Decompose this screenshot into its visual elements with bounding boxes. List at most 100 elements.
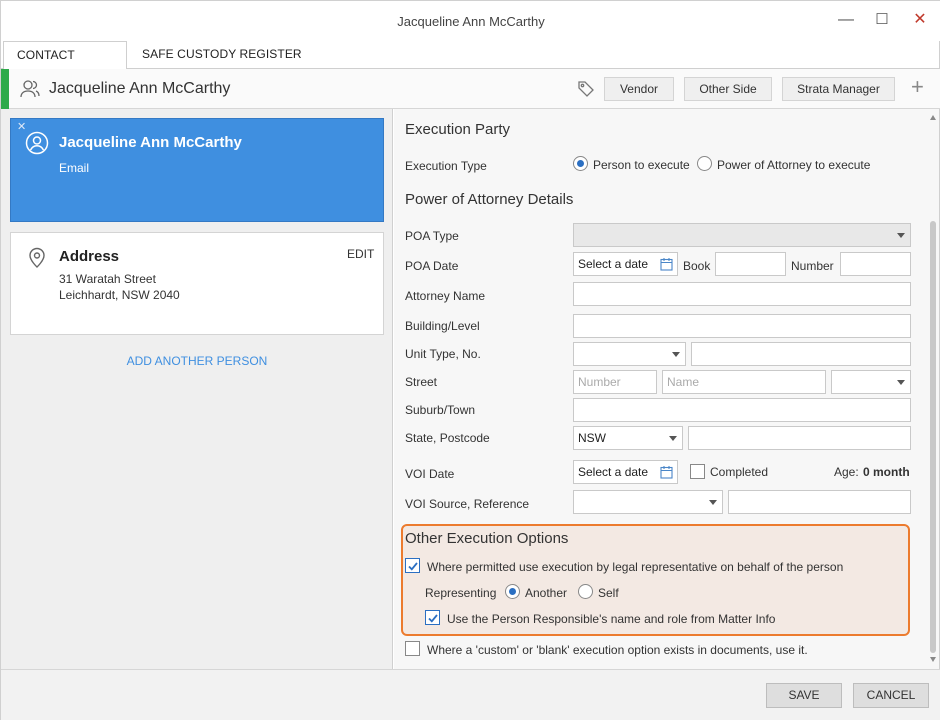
chevron-down-icon: [897, 380, 905, 385]
calendar-icon[interactable]: [660, 465, 673, 482]
form-scrollbar[interactable]: [927, 109, 939, 669]
number-label: Number: [791, 259, 834, 273]
chevron-down-icon: [669, 436, 677, 441]
representing-label: Representing: [425, 586, 497, 600]
tag-icon[interactable]: [577, 80, 595, 101]
tab-strip: CONTACT DETAILS SAFE CUSTODY REGISTER: [1, 41, 940, 88]
state-postcode-label: State, Postcode: [405, 431, 490, 445]
dialog-footer: SAVE CANCEL: [1, 669, 940, 720]
voi-reference-input[interactable]: [728, 490, 911, 514]
person-card-email: Email: [59, 161, 90, 175]
app-window: Jacqueline Ann McCarthy — ☐ ✕ CONTACT DE…: [0, 0, 940, 720]
persons-panel: ✕ Jacqueline Ann McCarthy Email Address …: [1, 109, 393, 669]
chevron-down-icon: [709, 500, 717, 505]
street-name-placeholder: Name: [667, 375, 700, 389]
execution-party-heading: Execution Party: [405, 121, 511, 138]
completed-label: Completed: [710, 465, 769, 479]
poa-details-heading: Power of Attorney Details: [405, 191, 574, 208]
title-bar: Jacqueline Ann McCarthy — ☐ ✕: [1, 1, 940, 41]
cancel-button[interactable]: CANCEL: [853, 683, 929, 708]
person-icon: [25, 131, 49, 158]
address-line-2: Leichhardt, NSW 2040: [59, 288, 180, 302]
custom-option-label: Where a 'custom' or 'blank' execution op…: [427, 643, 808, 657]
voi-date-placeholder: Select a date: [578, 465, 649, 479]
poa-date-placeholder: Select a date: [578, 257, 649, 271]
role-vendor-button[interactable]: Vendor: [604, 77, 674, 101]
book-input[interactable]: [715, 252, 786, 276]
voi-source-select[interactable]: [573, 490, 723, 514]
check-icon: [428, 614, 438, 623]
calendar-icon[interactable]: [660, 257, 673, 274]
scroll-down-icon[interactable]: [930, 657, 936, 662]
street-name-input[interactable]: Name: [662, 370, 826, 394]
person-card[interactable]: ✕ Jacqueline Ann McCarthy Email: [10, 118, 384, 222]
add-role-icon[interactable]: +: [911, 75, 924, 99]
completed-checkbox[interactable]: [690, 464, 705, 479]
state-value: NSW: [578, 431, 606, 445]
tab-safe-custody-register[interactable]: SAFE CUSTODY REGISTER: [129, 41, 315, 69]
contact-name: Jacqueline Ann McCarthy: [49, 80, 231, 97]
custom-option-checkbox[interactable]: [405, 641, 420, 656]
unit-type-label: Unit Type, No.: [405, 347, 481, 361]
other-execution-options-heading: Other Execution Options: [405, 530, 569, 547]
address-card-title: Address: [59, 248, 120, 265]
address-line-1: 31 Waratah Street: [59, 272, 156, 286]
person-card-name: Jacqueline Ann McCarthy: [59, 134, 242, 151]
location-pin-icon: [28, 247, 46, 272]
role-strata-manager-button[interactable]: Strata Manager: [782, 77, 895, 101]
representing-another-radio[interactable]: [505, 584, 520, 599]
street-label: Street: [405, 375, 438, 389]
age-label: Age:: [834, 465, 859, 479]
address-edit-link[interactable]: EDIT: [347, 247, 374, 261]
role-other-side-button[interactable]: Other Side: [684, 77, 772, 101]
add-another-person-link[interactable]: ADD ANOTHER PERSON: [1, 354, 393, 368]
representing-self-label: Self: [598, 586, 619, 600]
power-of-attorney-radio[interactable]: [697, 156, 712, 171]
contact-header: Jacqueline Ann McCarthy Vendor Other Sid…: [1, 69, 940, 109]
voi-source-label: VOI Source, Reference: [405, 497, 530, 511]
representing-self-radio[interactable]: [578, 584, 593, 599]
use-person-responsible-checkbox[interactable]: [425, 610, 440, 625]
building-level-label: Building/Level: [405, 319, 480, 333]
power-of-attorney-label: Power of Attorney to execute: [717, 158, 871, 172]
representing-another-label: Another: [525, 586, 568, 600]
building-level-input[interactable]: [573, 314, 911, 338]
chevron-down-icon: [897, 233, 905, 238]
unit-number-input[interactable]: [691, 342, 911, 366]
maximize-button[interactable]: ☐: [867, 9, 897, 31]
postcode-input[interactable]: [688, 426, 911, 450]
street-type-select[interactable]: [831, 370, 911, 394]
use-person-responsible-label: Use the Person Responsible's name and ro…: [447, 612, 776, 626]
book-label: Book: [683, 259, 711, 273]
attorney-name-label: Attorney Name: [405, 289, 486, 303]
voi-date-label: VOI Date: [405, 467, 455, 481]
person-to-execute-radio[interactable]: [573, 156, 588, 171]
minimize-button[interactable]: —: [831, 9, 861, 31]
scroll-up-icon[interactable]: [930, 115, 936, 120]
window-title: Jacqueline Ann McCarthy: [397, 14, 545, 29]
address-card: Address EDIT 31 Waratah Street Leichhard…: [10, 232, 384, 335]
state-select[interactable]: NSW: [573, 426, 683, 450]
number-input[interactable]: [840, 252, 911, 276]
suburb-town-label: Suburb/Town: [405, 403, 476, 417]
street-number-placeholder: Number: [578, 375, 621, 389]
legal-representative-label: Where permitted use execution by legal r…: [427, 560, 844, 574]
close-button[interactable]: ✕: [905, 9, 935, 31]
check-icon: [408, 562, 418, 571]
legal-representative-checkbox[interactable]: [405, 558, 420, 573]
tab-contact-details[interactable]: CONTACT DETAILS: [3, 41, 127, 88]
people-icon: [19, 78, 41, 103]
voi-date-picker[interactable]: Select a date: [573, 460, 678, 484]
street-number-input[interactable]: Number: [573, 370, 657, 394]
age-value: 0 month: [863, 465, 910, 479]
suburb-town-input[interactable]: [573, 398, 911, 422]
scroll-thumb[interactable]: [930, 221, 936, 653]
poa-type-label: POA Type: [405, 229, 459, 243]
save-button[interactable]: SAVE: [766, 683, 842, 708]
poa-date-picker[interactable]: Select a date: [573, 252, 678, 276]
chevron-down-icon: [672, 352, 680, 357]
header-accent-bar: [1, 69, 9, 109]
attorney-name-input[interactable]: [573, 282, 911, 306]
unit-type-select[interactable]: [573, 342, 686, 366]
poa-type-select[interactable]: [573, 223, 911, 247]
